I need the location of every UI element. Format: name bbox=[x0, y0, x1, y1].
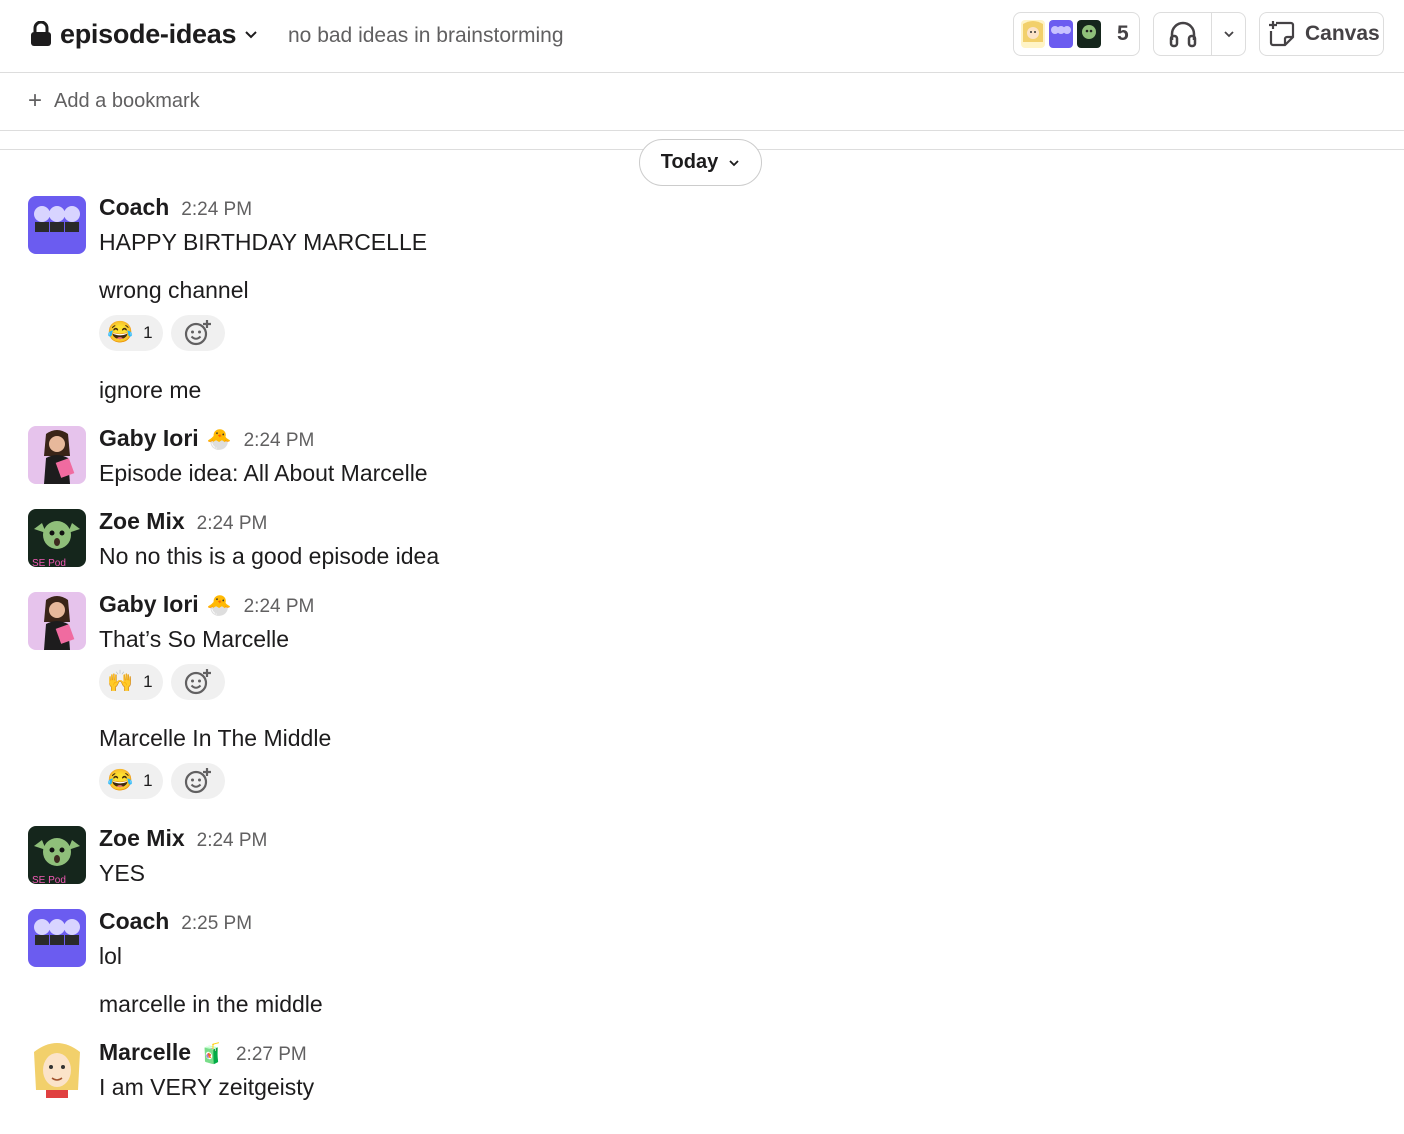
message-header: Zoe Mix 2:24 PM bbox=[99, 508, 267, 535]
avatar-gaby-iori[interactable] bbox=[28, 592, 86, 650]
member-avatar-zoe bbox=[1075, 18, 1103, 50]
status-emoji[interactable]: 🧃 bbox=[199, 1041, 224, 1066]
channel-name: episode-ideas bbox=[60, 18, 237, 49]
timestamp[interactable]: 2:25 PM bbox=[181, 913, 252, 935]
canvas-button[interactable]: Canvas bbox=[1259, 12, 1384, 56]
timestamp[interactable]: 2:27 PM bbox=[236, 1044, 307, 1066]
chevron-down-icon bbox=[729, 159, 739, 166]
chevron-down-icon bbox=[1223, 31, 1234, 38]
avatar-zoe-mix[interactable]: SE Pod bbox=[28, 826, 86, 884]
huddle-options-button[interactable] bbox=[1212, 28, 1245, 40]
svg-text:SE Pod: SE Pod bbox=[32, 875, 66, 884]
status-emoji[interactable]: 🐣 bbox=[207, 593, 232, 618]
reaction-pill[interactable]: 😂 1 bbox=[99, 763, 163, 799]
timestamp[interactable]: 2:24 PM bbox=[181, 199, 252, 221]
channel-header: episode-ideas no bad ideas in brainstorm… bbox=[0, 0, 1404, 73]
add-bookmark-button[interactable]: + Add a bookmark bbox=[28, 89, 200, 113]
member-avatar-marcelle bbox=[1019, 18, 1047, 50]
avatar-gaby-iori[interactable] bbox=[28, 426, 86, 484]
message-text: wrong channel bbox=[99, 277, 249, 303]
reaction-emoji: 😂 bbox=[107, 321, 134, 344]
headphones-icon bbox=[1169, 21, 1196, 48]
status-emoji[interactable]: 🐣 bbox=[207, 427, 232, 452]
reaction-count: 1 bbox=[143, 672, 153, 691]
message-text: Marcelle In The Middle bbox=[99, 725, 332, 751]
svg-text:SE Pod: SE Pod bbox=[32, 558, 66, 567]
huddle-button-group bbox=[1153, 12, 1246, 56]
canvas-label: Canvas bbox=[1305, 22, 1380, 45]
message-text: Episode idea: All About Marcelle bbox=[99, 460, 428, 486]
channel-name-button[interactable]: episode-ideas bbox=[30, 14, 258, 54]
timestamp[interactable]: 2:24 PM bbox=[197, 830, 268, 852]
sender-name[interactable]: Marcelle bbox=[99, 1039, 191, 1066]
add-reaction-button[interactable] bbox=[170, 763, 225, 799]
add-reaction-button[interactable] bbox=[170, 664, 225, 700]
message-header: Coach 2:24 PM bbox=[99, 194, 252, 221]
sender-name[interactable]: Zoe Mix bbox=[99, 508, 185, 535]
avatar-coach[interactable] bbox=[28, 909, 86, 967]
reaction-bar: 🙌 1 bbox=[99, 664, 225, 700]
avatar-marcelle[interactable] bbox=[28, 1040, 86, 1098]
message-header: Coach 2:25 PM bbox=[99, 908, 252, 935]
sender-name[interactable]: Coach bbox=[99, 194, 169, 221]
reaction-count: 1 bbox=[143, 323, 153, 342]
message-text: I am VERY zeitgeisty bbox=[99, 1074, 315, 1100]
timestamp[interactable]: 2:24 PM bbox=[244, 596, 315, 618]
day-divider-button[interactable]: Today bbox=[639, 139, 762, 186]
chevron-down-icon bbox=[245, 31, 257, 39]
add-reaction-icon bbox=[184, 669, 211, 695]
canvas-icon bbox=[1269, 21, 1295, 47]
huddle-button[interactable] bbox=[1154, 13, 1212, 55]
sender-name[interactable]: Coach bbox=[99, 908, 169, 935]
message-header: Zoe Mix 2:24 PM bbox=[99, 825, 267, 852]
message-header: Marcelle 🧃 2:27 PM bbox=[99, 1039, 307, 1066]
member-count: 5 bbox=[1117, 22, 1129, 45]
plus-icon: + bbox=[28, 87, 43, 114]
message-text: ignore me bbox=[99, 377, 202, 403]
timestamp[interactable]: 2:24 PM bbox=[197, 513, 268, 535]
message-text: marcelle in the middle bbox=[99, 991, 323, 1017]
message-header: Gaby Iori 🐣 2:24 PM bbox=[99, 591, 314, 618]
add-reaction-icon bbox=[184, 768, 211, 794]
message-text: That’s So Marcelle bbox=[99, 626, 290, 652]
reaction-emoji: 🙌 bbox=[107, 670, 134, 693]
day-divider-label: Today bbox=[660, 151, 719, 173]
add-bookmark-label: Add a bookmark bbox=[54, 89, 200, 112]
add-reaction-icon bbox=[184, 320, 211, 346]
timestamp[interactable]: 2:24 PM bbox=[244, 430, 315, 452]
message-text: lol bbox=[99, 943, 123, 969]
reaction-count: 1 bbox=[143, 771, 153, 790]
reaction-pill[interactable]: 😂 1 bbox=[99, 315, 163, 351]
sender-name[interactable]: Gaby Iori bbox=[99, 591, 199, 618]
message-header: Gaby Iori 🐣 2:24 PM bbox=[99, 425, 314, 452]
reaction-pill[interactable]: 🙌 1 bbox=[99, 664, 163, 700]
message-text: No no this is a good episode idea bbox=[99, 543, 440, 569]
reaction-emoji: 😂 bbox=[107, 769, 134, 792]
member-avatar-coach bbox=[1047, 18, 1075, 50]
channel-topic[interactable]: no bad ideas in brainstorming bbox=[288, 24, 564, 48]
add-reaction-button[interactable] bbox=[170, 315, 225, 351]
sender-name[interactable]: Zoe Mix bbox=[99, 825, 185, 852]
reaction-bar: 😂 1 bbox=[99, 315, 225, 351]
message-text: YES bbox=[99, 860, 146, 886]
message-text: HAPPY BIRTHDAY MARCELLE bbox=[99, 229, 428, 255]
avatar-zoe-mix[interactable]: SE Pod bbox=[28, 509, 86, 567]
lock-icon bbox=[31, 21, 51, 46]
reaction-bar: 😂 1 bbox=[99, 763, 225, 799]
avatar-coach[interactable] bbox=[28, 196, 86, 254]
sender-name[interactable]: Gaby Iori bbox=[99, 425, 199, 452]
bookmark-bar: + Add a bookmark bbox=[0, 73, 1404, 131]
members-button[interactable]: 5 bbox=[1013, 12, 1140, 56]
